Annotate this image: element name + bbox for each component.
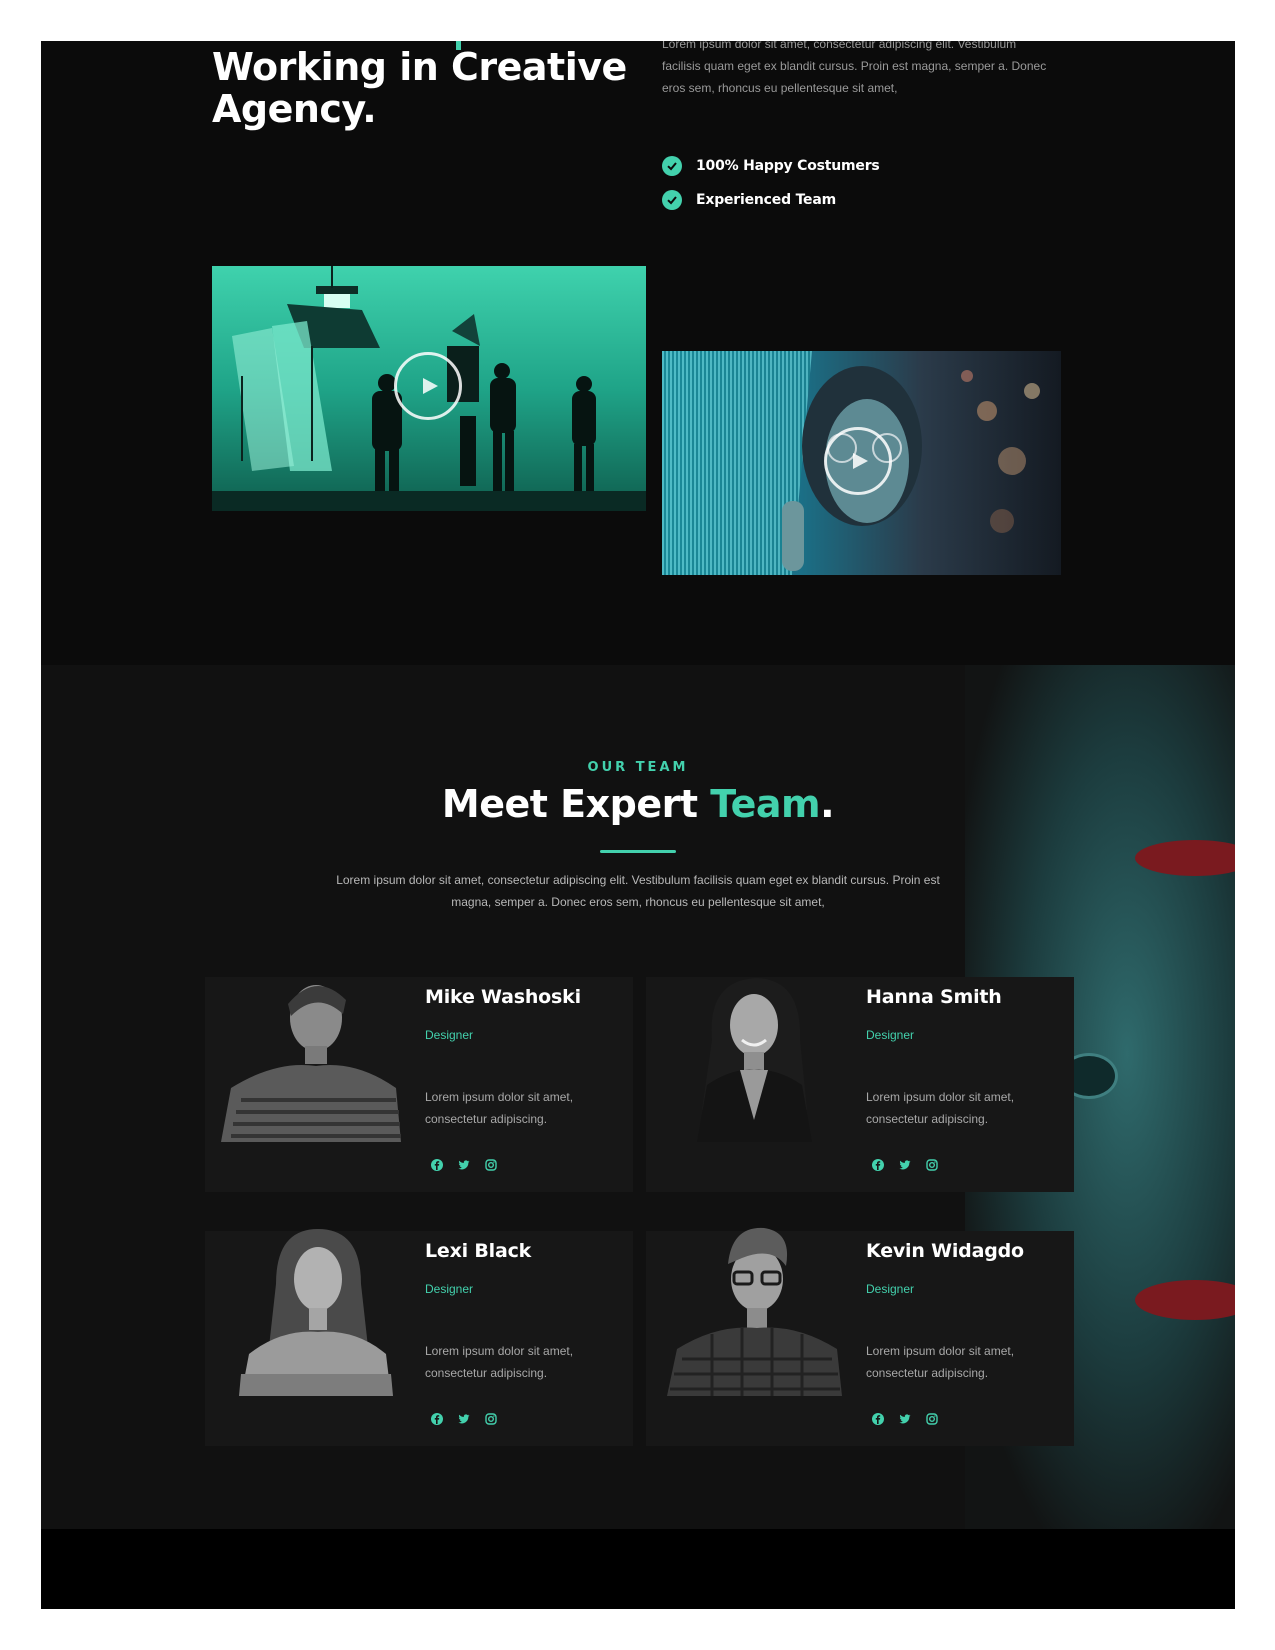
section-intro: Lorem ipsum dolor sit amet, consectetur … [336,873,940,909]
play-icon [853,453,868,469]
facebook-icon[interactable] [430,1412,444,1426]
team-section: OUR TEAM Meet Expert Team. Lorem ipsum d… [41,665,1235,1529]
feature-label: Experienced Team [696,192,836,208]
feature-item: Experienced Team [662,189,880,211]
team-card: Mike Washoski Designer Lorem ipsum dolor… [205,977,633,1192]
team-card: Kevin Widagdo Designer Lorem ipsum dolor… [646,1227,1074,1446]
facebook-icon[interactable] [871,1412,885,1426]
feature-label: 100% Happy Costumers [696,158,880,174]
social-links [871,1158,952,1172]
member-role: Designer [425,1282,474,1296]
section-title: Meet Expert Team. [41,782,1235,826]
feature-checklist: 100% Happy Costumers Experienced Team [662,155,880,223]
about-description: Lorem ipsum dolor sit amet, consectetur … [662,41,1062,99]
play-icon [423,378,438,394]
play-button[interactable] [824,427,892,495]
social-links [430,1412,511,1426]
member-bio: Lorem ipsum dolor sit amet, consectetur … [866,1090,1015,1126]
studio-video-thumbnail[interactable] [212,266,646,511]
instagram-icon[interactable] [484,1412,498,1426]
member-photo [697,978,812,1142]
about-title-line1: Working in Creative [212,45,627,89]
about-title-line2: Agency. [212,87,377,131]
member-role: Designer [866,1028,915,1042]
twitter-icon[interactable] [457,1158,471,1172]
feature-item: 100% Happy Costumers [662,155,880,177]
about-description-top: Lorem ipsum dolor sit amet, consectetur … [662,41,1017,51]
face-lips [1135,1280,1235,1320]
play-button[interactable] [394,352,462,420]
member-bio: Lorem ipsum dolor sit amet, consectetur … [425,1090,574,1126]
twitter-icon[interactable] [457,1412,471,1426]
team-card: Lexi Black Designer Lorem ipsum dolor si… [205,1229,633,1446]
title-underline [600,850,676,853]
member-bio: Lorem ipsum dolor sit amet, consectetur … [425,1344,574,1380]
check-circle-icon [662,156,682,176]
team-card: Hanna Smith Designer Lorem ipsum dolor s… [646,977,1074,1192]
twitter-icon[interactable] [898,1412,912,1426]
page-frame: Working in Creative Agency. Lorem ipsum … [41,41,1235,1609]
member-role: Designer [866,1282,915,1296]
footer-strip [41,1529,1235,1609]
facebook-icon[interactable] [871,1158,885,1172]
member-role: Designer [425,1028,474,1042]
facebook-icon[interactable] [430,1158,444,1172]
member-photo [667,1227,842,1396]
member-name: Kevin Widagdo [866,1240,1024,1262]
check-circle-icon [662,190,682,210]
social-links [430,1158,511,1172]
member-photo [221,985,401,1142]
instagram-icon[interactable] [484,1158,498,1172]
member-name: Mike Washoski [425,986,581,1008]
portrait-video-thumbnail[interactable] [662,351,1061,575]
member-name: Hanna Smith [866,986,1002,1008]
social-links [871,1412,952,1426]
twitter-icon[interactable] [898,1158,912,1172]
section-title-main: Meet Expert [441,782,711,826]
member-photo [239,1229,393,1396]
instagram-icon[interactable] [925,1412,939,1426]
section-title-accent: Team [710,782,821,826]
instagram-icon[interactable] [925,1158,939,1172]
section-title-end: . [820,782,835,826]
face-lips [1135,840,1235,876]
about-description-body: facilisis quam eget ex blandit cursus. P… [662,59,1047,95]
member-bio: Lorem ipsum dolor sit amet, consectetur … [866,1344,1015,1380]
about-title: Working in Creative Agency. [212,46,627,130]
section-subtitle: OUR TEAM [587,760,689,775]
member-name: Lexi Black [425,1240,532,1262]
